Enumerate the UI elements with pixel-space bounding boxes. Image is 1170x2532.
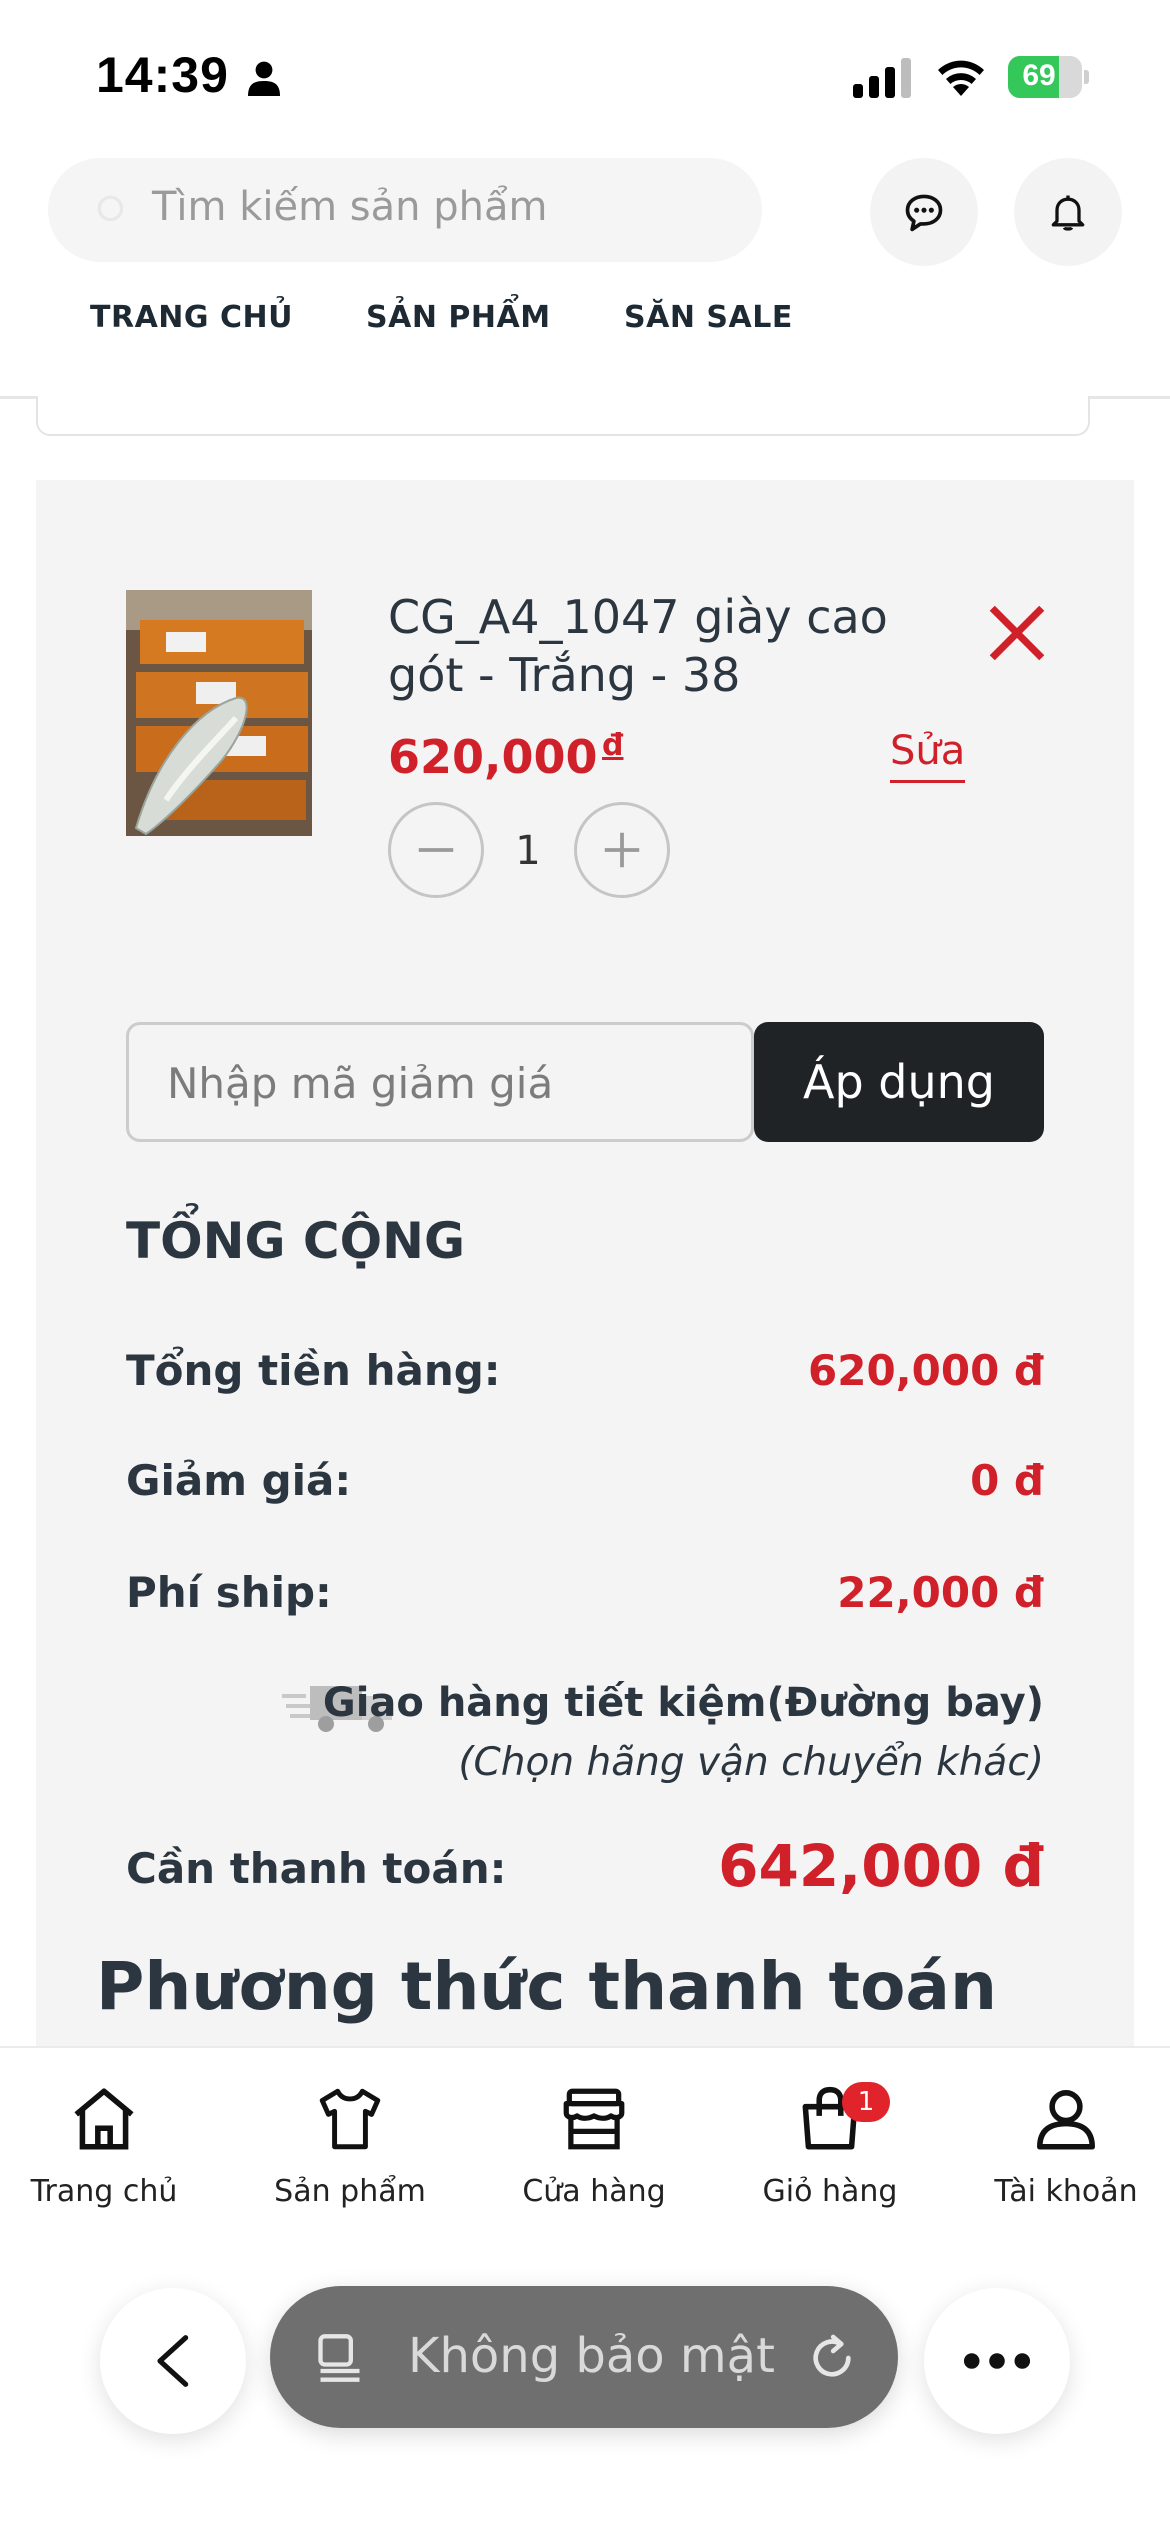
browser-toolbar: Không bảo mật — vn [0,2236,1170,2532]
nav-products-label: Sản phẩm [274,2174,426,2209]
nav-account[interactable]: Tài khoản [966,2082,1166,2209]
page-menu-icon [318,2334,360,2382]
search-icon [97,195,124,222]
nav-products[interactable]: Sản phẩm [250,2082,450,2209]
nav-stores-label: Cửa hàng [522,2174,666,2209]
product-thumbnail[interactable] [126,590,312,836]
search-input[interactable]: Tìm kiếm sản phẩm [48,158,762,262]
shipping-label: Phí ship: [126,1568,332,1617]
subtotal-value: 620,000 đ [808,1346,1044,1395]
nav-account-label: Tài khoản [994,2174,1138,2209]
grand-total-label: Cần thanh toán: [126,1844,507,1893]
carrier-name: Giao hàng tiết kiệm(Đường bay) [322,1680,1044,1726]
store-icon [563,2088,625,2150]
nav-home-label: Trang chủ [30,2174,178,2209]
person-icon [248,61,280,96]
more-dots-icon [963,2353,1031,2369]
browser-address-bar[interactable]: Không bảo mật — vn [270,2286,898,2428]
status-time: 14:39 [96,47,229,103]
chevron-left-icon [157,2335,189,2387]
coupon-input[interactable]: Nhập mã giảm giá [126,1022,754,1142]
notification-button[interactable] [1014,158,1122,266]
tshirt-icon [319,2088,381,2150]
shipping-value: 22,000 đ [837,1568,1044,1617]
home-icon [74,2088,134,2150]
topnav-sale[interactable]: SĂN SALE [624,300,793,335]
browser-back-button[interactable] [100,2288,246,2434]
battery-indicator: 69 [1008,56,1089,98]
nav-stores[interactable]: Cửa hàng [494,2082,694,2209]
previous-card-edge [36,396,1090,436]
quantity-value: 1 [515,828,541,874]
bottom-navigation: Trang chủ Sản phẩm Cửa hàng 1 Giỏ hàng T… [0,2046,1170,2236]
discount-value: 0 đ [970,1456,1044,1505]
remove-item-icon[interactable] [984,600,1050,666]
minus-icon [418,848,454,852]
nav-home[interactable]: Trang chủ [4,2082,204,2209]
coupon-placeholder: Nhập mã giảm giá [167,1059,554,1108]
status-bar: 14:39 69 [0,0,1170,150]
nav-cart[interactable]: 1 Giỏ hàng [730,2082,930,2209]
discount-label: Giảm giá: [126,1456,352,1505]
payment-method-title: Phương thức thanh toán [96,1948,997,2025]
quantity-decrease-button[interactable] [388,802,484,898]
reload-icon[interactable] [804,2330,860,2386]
product-photo [126,590,312,836]
quantity-increase-button[interactable] [574,802,670,898]
topnav-products[interactable]: SẢN PHẨM [366,300,551,335]
price-currency: đ [602,728,624,763]
top-navigation: TRANG CHỦ SẢN PHẨM SĂN SALE [0,300,1170,370]
search-placeholder: Tìm kiếm sản phẩm [152,184,548,230]
product-name[interactable]: CG_A4_1047 giày cao gót - Trắng - 38 [388,588,928,704]
browser-more-button[interactable] [924,2288,1070,2434]
chat-icon [905,194,943,232]
chat-button[interactable] [870,158,978,266]
cart-count-badge: 1 [842,2082,890,2122]
product-price: 620,000 [388,730,598,784]
wifi-icon [938,60,984,96]
topnav-home[interactable]: TRANG CHỦ [90,300,293,335]
grand-total-value: 642,000 đ [718,1832,1044,1900]
user-icon [1037,2090,1095,2150]
cellular-signal-icon [853,58,911,98]
battery-level: 69 [1022,59,1056,92]
summary-title: TỔNG CỘNG [126,1212,465,1270]
plus-icon [604,832,640,868]
subtotal-label: Tổng tiền hàng: [126,1346,501,1395]
edit-item-link[interactable]: Sửa [890,728,966,783]
browser-url: Không bảo mật — vn [408,2328,788,2384]
nav-cart-label: Giỏ hàng [762,2174,898,2209]
bell-icon [1051,195,1085,231]
apply-coupon-button[interactable]: Áp dụng [754,1022,1044,1142]
change-carrier-link[interactable]: (Chọn hãng vận chuyển khác) [458,1740,1044,1785]
